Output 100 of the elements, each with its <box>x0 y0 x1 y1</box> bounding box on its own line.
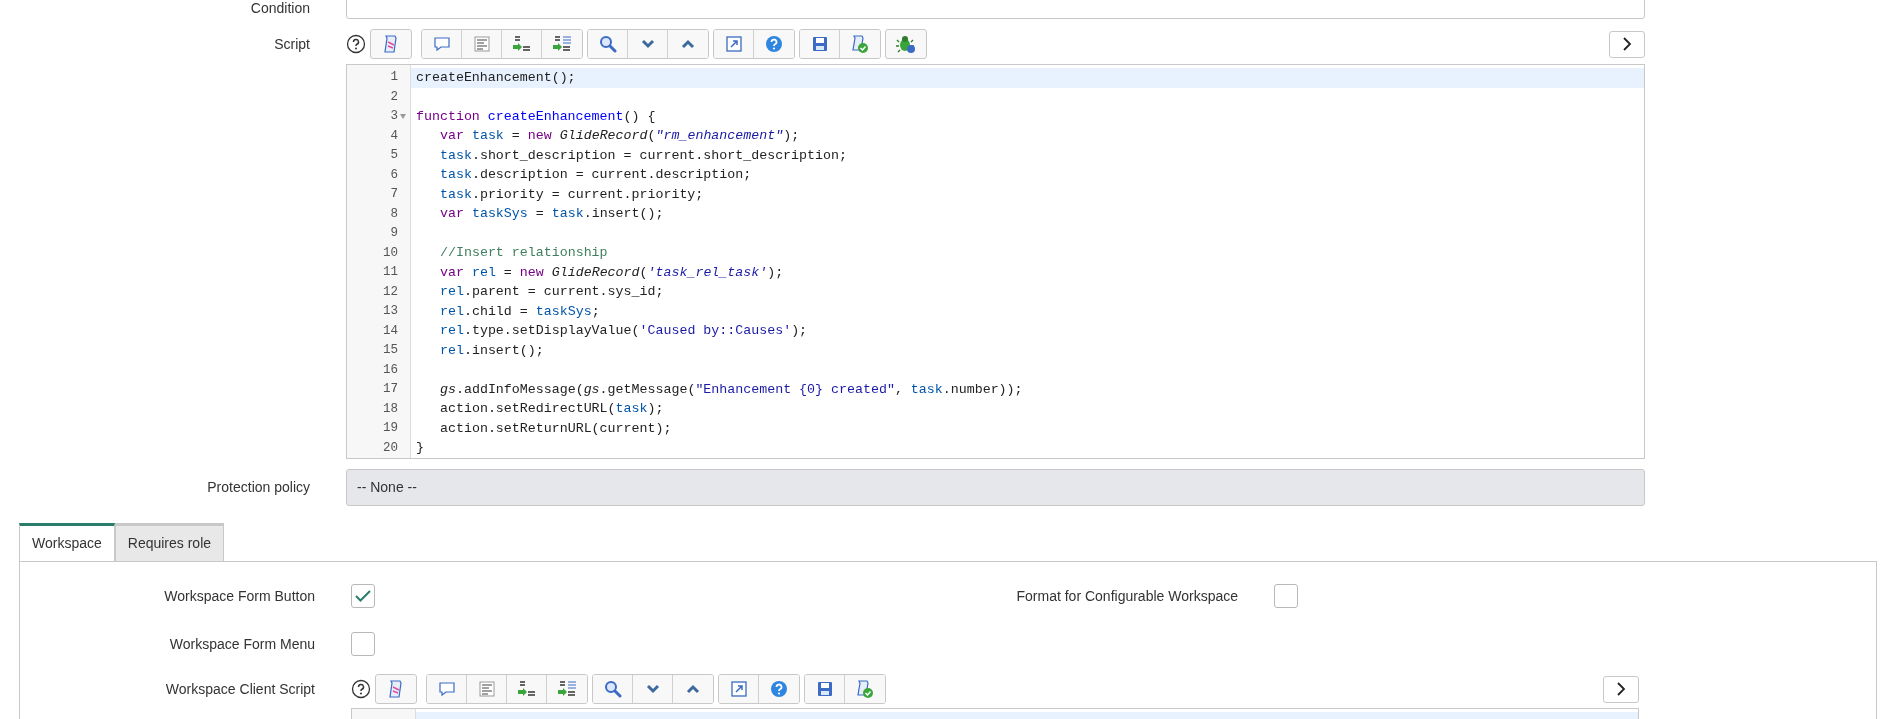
field-label: Workspace Form Menu <box>169 635 315 652</box>
line-number: 19 <box>383 420 398 438</box>
expand-button[interactable] <box>1603 675 1639 703</box>
code-line: rel.insert(); <box>440 341 544 360</box>
expand-button[interactable] <box>1609 30 1645 58</box>
line-number: 16 <box>383 361 398 379</box>
check-badge-icon <box>851 34 869 54</box>
line-number: 14 <box>383 322 398 340</box>
toolbar-button[interactable] <box>845 675 885 703</box>
line-number: 5 <box>390 147 398 165</box>
help-icon[interactable] <box>346 34 366 54</box>
code-line: rel.parent = current.sys_id; <box>440 283 664 302</box>
toolbar-button[interactable] <box>840 30 880 58</box>
field-label: Script <box>274 35 310 52</box>
line-number: 3 <box>390 108 398 126</box>
line-number: 2 <box>390 88 398 106</box>
chevron-right-icon <box>1616 682 1626 696</box>
line-number: 18 <box>383 400 398 418</box>
chevron-up-icon <box>686 684 700 694</box>
help-icon[interactable] <box>351 679 371 699</box>
tab[interactable]: Requires role <box>114 523 225 561</box>
checkbox[interactable] <box>1274 584 1298 608</box>
code-line: } <box>416 439 424 458</box>
chevron-up-icon <box>681 39 695 49</box>
bug-icon <box>896 34 916 54</box>
toolbar-button[interactable] <box>422 30 462 58</box>
toolbar-button[interactable] <box>759 675 799 703</box>
line-number: 6 <box>390 166 398 184</box>
toolbar-button[interactable] <box>673 675 713 703</box>
toolbar-button[interactable] <box>462 30 502 58</box>
code-line: action.setRedirectURL(task); <box>440 400 664 419</box>
toolbar-button[interactable] <box>754 30 794 58</box>
chevron-right-icon <box>1622 37 1632 51</box>
field-label: Format for Configurable Workspace <box>1016 587 1238 604</box>
help-icon <box>765 35 783 53</box>
help-icon <box>770 680 788 698</box>
toolbar-button[interactable] <box>542 30 582 58</box>
line-number: 1 <box>390 69 398 87</box>
check-badge-icon <box>856 679 874 699</box>
toolbar-button[interactable] <box>805 675 845 703</box>
code-line: function createEnhancement() { <box>416 107 656 126</box>
replace-icon <box>516 680 537 698</box>
field-label: Workspace Client Script <box>165 680 315 697</box>
toolbar-button[interactable] <box>885 29 927 59</box>
code-line: task.priority = current.priority; <box>440 185 704 204</box>
code-line: createEnhancement(); <box>416 68 576 87</box>
toolbar-button[interactable] <box>719 675 759 703</box>
replace-icon <box>511 35 532 53</box>
field-label: Protection policy <box>207 479 310 495</box>
code-line: rel.child = taskSys; <box>440 302 600 321</box>
code-line: task.short_description = current.short_description; <box>440 146 847 165</box>
speech-bubble-icon <box>432 36 451 52</box>
toolbar-button[interactable] <box>593 675 633 703</box>
toolbar-button[interactable] <box>668 30 708 58</box>
text-lines-icon <box>478 681 495 697</box>
code-line: //Insert relationship <box>440 244 608 263</box>
search-icon <box>598 35 617 53</box>
chevron-down-icon <box>645 684 660 694</box>
toolbar-button[interactable] <box>547 675 587 703</box>
line-number: 7 <box>390 186 398 204</box>
toolbar-button[interactable] <box>628 30 668 58</box>
line-number: 4 <box>390 127 398 145</box>
field-label: Workspace Form Button <box>164 587 315 604</box>
fold-arrow-icon[interactable] <box>400 114 406 120</box>
scroll-icon <box>387 679 405 699</box>
code-editor[interactable] <box>346 64 1645 459</box>
tab[interactable]: Workspace <box>19 523 115 561</box>
line-number: 20 <box>383 439 398 457</box>
toolbar-button[interactable] <box>507 675 547 703</box>
toolbar-button[interactable] <box>467 675 507 703</box>
scroll-icon <box>382 34 400 54</box>
protection-policy-field[interactable]: -- None -- <box>346 469 1645 506</box>
speech-bubble-icon <box>437 681 456 697</box>
toolbar-button[interactable] <box>588 30 628 58</box>
line-number: 10 <box>383 244 398 262</box>
toolbar-button[interactable] <box>502 30 542 58</box>
expand-icon <box>725 36 742 52</box>
line-number: 9 <box>390 225 398 243</box>
code-line: var taskSys = task.insert(); <box>440 205 664 224</box>
line-number: 8 <box>390 205 398 223</box>
line-number: 15 <box>383 342 398 360</box>
toolbar-button[interactable] <box>714 30 754 58</box>
code-line: rel.type.setDisplayValue('Caused by::Causes'); <box>440 322 808 341</box>
toolbar-button[interactable] <box>633 675 673 703</box>
toolbar-button[interactable] <box>427 675 467 703</box>
code-line: var rel = new GlideRecord('task_rel_task'); <box>440 263 784 282</box>
field-label: Condition <box>250 0 310 16</box>
line-number: 11 <box>383 264 398 282</box>
chevron-down-icon <box>640 39 655 49</box>
replace-all-icon <box>552 35 572 53</box>
checkbox[interactable] <box>351 632 375 656</box>
code-line: task.description = current.description; <box>440 166 752 185</box>
search-icon <box>603 680 622 698</box>
line-number: 13 <box>383 303 398 321</box>
code-line: var task = new GlideRecord("rm_enhancement"); <box>440 127 800 146</box>
expand-icon <box>730 681 747 697</box>
line-number: 12 <box>383 283 398 301</box>
toolbar-button[interactable] <box>800 30 840 58</box>
replace-all-icon <box>557 680 577 698</box>
checkbox[interactable] <box>351 584 375 608</box>
